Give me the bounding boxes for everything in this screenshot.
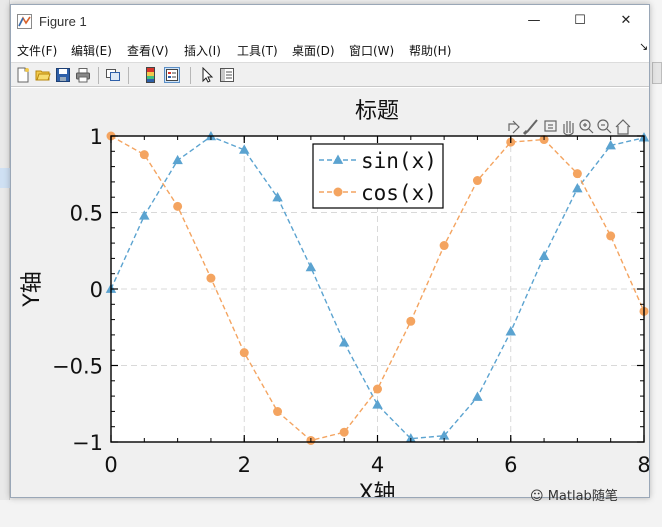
data-point-cos[interactable] xyxy=(406,316,416,326)
colorbar-icon[interactable] xyxy=(143,67,159,83)
link-figure-icon[interactable] xyxy=(105,67,121,83)
export-icon[interactable] xyxy=(508,120,520,134)
watermark: ☺ Matlab随笔 xyxy=(530,485,618,504)
menu-overflow-icon[interactable]: ↘ xyxy=(639,40,648,53)
axes-toolbar xyxy=(508,119,631,136)
toolbar-separator xyxy=(190,67,191,84)
new-file-icon[interactable] xyxy=(15,67,31,83)
data-point-cos[interactable] xyxy=(439,241,449,251)
data-point-cos[interactable] xyxy=(206,273,216,283)
pan-icon[interactable] xyxy=(563,121,574,136)
minimize-icon: — xyxy=(527,12,541,28)
menu-window[interactable]: 窗口(W) xyxy=(349,42,394,59)
data-point-cos[interactable] xyxy=(173,201,183,211)
toolbar-separator xyxy=(98,67,99,84)
y-tick-label: −0.5 xyxy=(52,355,103,379)
legend-label-sin: sin(x) xyxy=(361,149,437,173)
menu-insert[interactable]: 插入(I) xyxy=(184,42,221,59)
legend-icon[interactable] xyxy=(164,67,180,83)
y-tick-label: 1 xyxy=(90,125,103,149)
legend[interactable]: sin(x) cos(x) xyxy=(312,143,444,209)
menu-tools[interactable]: 工具(T) xyxy=(237,42,278,59)
legend-marker-cos xyxy=(333,187,343,197)
figure-window: Figure 1 — ☐ ✕ 文件(F) 编辑(E) 查看(V) 插入(I) 工… xyxy=(10,4,650,498)
brush-icon[interactable] xyxy=(522,119,538,136)
data-point-cos[interactable] xyxy=(472,176,482,186)
figure-toolbar xyxy=(11,62,649,87)
title-bar[interactable]: Figure 1 — ☐ ✕ xyxy=(11,5,649,38)
zoom-out-icon[interactable] xyxy=(597,119,612,134)
x-tick-label: 6 xyxy=(504,453,517,477)
menu-file[interactable]: 文件(F) xyxy=(17,42,57,59)
x-tick-label: 8 xyxy=(637,453,649,477)
data-tip-icon[interactable] xyxy=(544,120,557,132)
maximize-icon: ☐ xyxy=(574,12,586,28)
data-point-cos[interactable] xyxy=(373,384,382,394)
close-icon: ✕ xyxy=(620,12,632,28)
open-folder-icon[interactable] xyxy=(35,67,51,83)
data-point-cos[interactable] xyxy=(239,348,249,358)
menu-view[interactable]: 查看(V) xyxy=(127,42,169,59)
data-point-cos[interactable] xyxy=(139,150,149,160)
figure-canvas: 0 2 4 6 8 −1 −0.5 0 0.5 1 标题 X轴 Y轴 sin(x) cos(x) xyxy=(11,88,649,497)
background-left-panel xyxy=(0,0,10,527)
y-axis-label: Y轴 xyxy=(20,271,45,307)
print-icon[interactable] xyxy=(75,67,91,83)
menu-desktop[interactable]: 桌面(D) xyxy=(292,42,335,59)
close-button[interactable]: ✕ xyxy=(603,5,649,35)
menu-edit[interactable]: 编辑(E) xyxy=(71,42,112,59)
legend-label-cos: cos(x) xyxy=(361,181,437,205)
plot-svg: 0 2 4 6 8 −1 −0.5 0 0.5 1 标题 X轴 Y轴 sin(x) cos(x) xyxy=(20,99,649,497)
x-tick-label: 4 xyxy=(371,453,384,477)
x-tick-label: 2 xyxy=(238,453,251,477)
background-selection-bar xyxy=(0,168,10,188)
chart-title: 标题 xyxy=(355,99,399,124)
save-icon[interactable] xyxy=(55,67,71,83)
toolbar-separator xyxy=(128,67,129,84)
zoom-in-icon[interactable] xyxy=(579,119,594,134)
y-tick-label: 0 xyxy=(90,278,103,302)
x-axis-label: X轴 xyxy=(358,481,395,497)
watermark-text: Matlab随笔 xyxy=(547,489,618,504)
data-point-cos[interactable] xyxy=(339,427,349,437)
menu-bar: 文件(F) 编辑(E) 查看(V) 插入(I) 工具(T) 桌面(D) 窗口(W… xyxy=(11,38,649,60)
wechat-icon: ☺ xyxy=(530,489,544,504)
minimize-button[interactable]: — xyxy=(511,5,557,35)
background-chip xyxy=(652,62,662,84)
y-tick-label: −1 xyxy=(72,431,103,455)
background-bottom-strip xyxy=(0,500,662,527)
window-title: Figure 1 xyxy=(39,14,87,29)
data-point-cos[interactable] xyxy=(273,407,283,417)
maximize-button[interactable]: ☐ xyxy=(557,5,603,35)
data-point-cos[interactable] xyxy=(606,231,616,241)
background-right-panel xyxy=(650,0,662,527)
restore-view-icon[interactable] xyxy=(615,119,631,135)
x-tick-label: 0 xyxy=(104,453,117,477)
y-tick-label: 0.5 xyxy=(70,202,103,226)
matlab-icon xyxy=(17,14,32,29)
data-point-cos[interactable] xyxy=(572,169,582,179)
property-inspector-icon[interactable] xyxy=(219,67,235,83)
menu-help[interactable]: 帮助(H) xyxy=(409,42,451,59)
pointer-icon[interactable] xyxy=(199,67,215,83)
